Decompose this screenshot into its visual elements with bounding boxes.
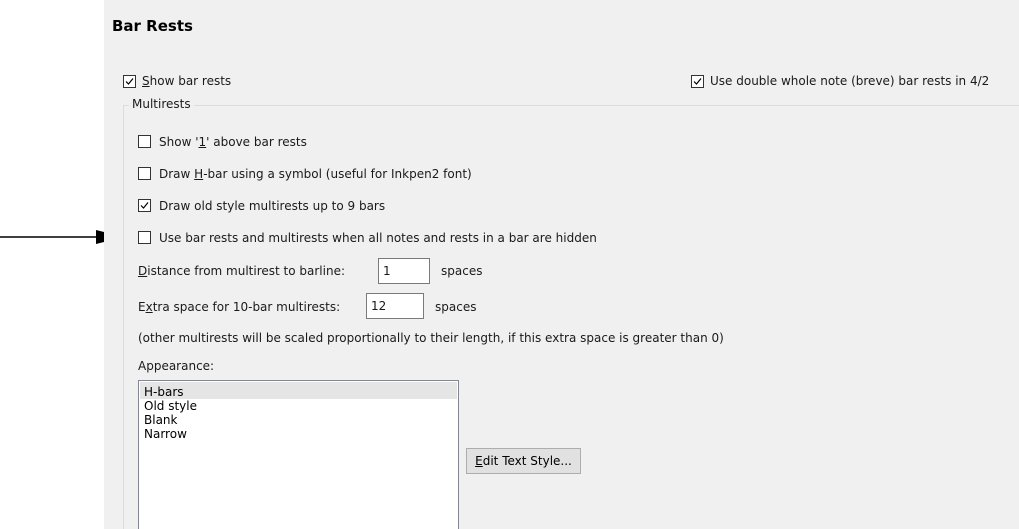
double-whole-label[interactable]: Use double whole note (breve) bar rests … [710,74,989,88]
appearance-option-h-bars[interactable]: H-bars [144,385,184,399]
checkmark-icon [140,202,149,209]
section-title: Bar Rests [112,17,193,35]
distance-unit: spaces [441,264,483,278]
checkmark-icon [125,78,134,85]
scaling-note: (other multirests will be scaled proport… [138,331,724,345]
hidden-bars-label[interactable]: Use bar rests and multirests when all no… [159,231,597,245]
old-style-multirests-checkbox[interactable] [138,199,151,212]
draw-h-bar-label[interactable]: Draw H-bar using a symbol (useful for In… [159,167,472,181]
extra-space-unit: spaces [435,300,477,314]
bar-rests-panel: Bar Rests Show bar rests Use double whol… [104,0,1019,529]
extra-space-input[interactable]: 12 [366,293,424,319]
appearance-option-narrow[interactable]: Narrow [144,427,187,441]
show-bar-rests-checkbox[interactable] [123,75,136,88]
appearance-option-old-style[interactable]: Old style [144,399,197,413]
appearance-option-blank[interactable]: Blank [144,413,177,427]
draw-h-bar-checkbox[interactable] [138,167,151,180]
show-1-above-checkbox[interactable] [138,135,151,148]
list-selection-highlight [140,382,457,399]
show-bar-rests-label[interactable]: Show bar rests [142,74,231,88]
double-whole-checkbox[interactable] [691,75,704,88]
checkmark-icon [693,78,702,85]
distance-input[interactable]: 1 [378,258,430,284]
multirests-group-label: Multirests [129,97,194,111]
distance-label: Distance from multirest to barline: [138,264,345,278]
show-1-above-label[interactable]: Show '1' above bar rests [159,135,307,149]
appearance-listbox[interactable]: H-bars Old style Blank Narrow [138,380,459,529]
hidden-bars-checkbox[interactable] [138,231,151,244]
old-style-multirests-label[interactable]: Draw old style multirests up to 9 bars [159,199,385,213]
appearance-label: Appearance: [138,359,215,373]
extra-space-label: Extra space for 10-bar multirests: [138,300,341,314]
edit-text-style-button[interactable]: Edit Text Style... [466,448,581,474]
